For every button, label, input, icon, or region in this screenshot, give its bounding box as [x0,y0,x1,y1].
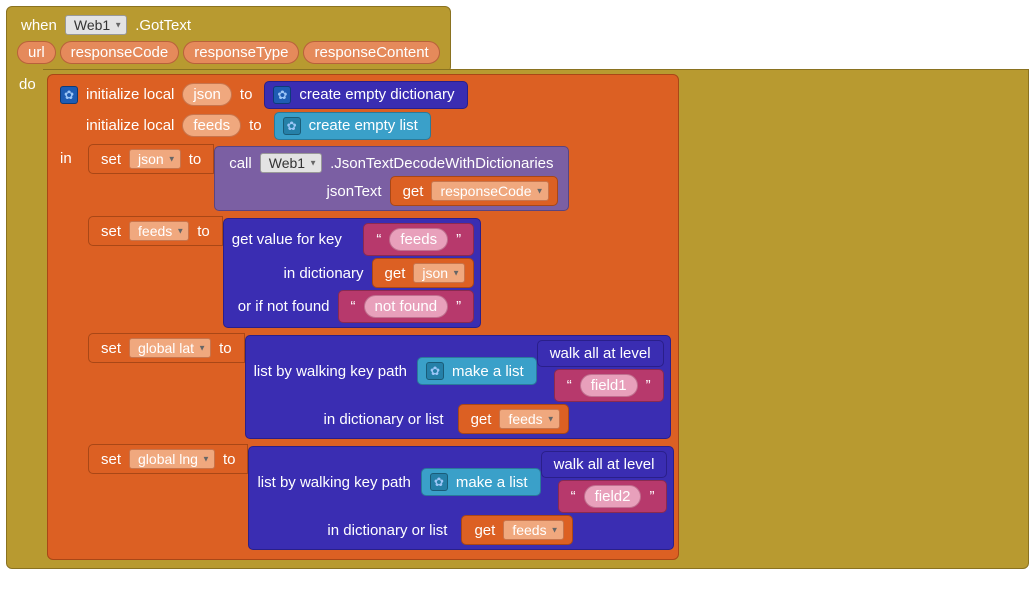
get-json-dropdown[interactable]: json [413,263,465,283]
string-field1-block[interactable]: “ field1 ” [554,369,664,402]
param-url[interactable]: url [17,41,56,64]
set-label: set [97,151,125,168]
get-var-dropdown[interactable]: responseCode [431,181,548,201]
to-label: to [215,340,236,357]
call-component-dropdown[interactable]: Web1 [260,153,322,173]
get-feeds-dropdown[interactable]: feeds [503,520,563,540]
in-body: in set json to call Web1 .JsonTextDe [52,144,674,552]
to-label: to [185,151,206,168]
var-lat-dropdown[interactable]: global lat [129,338,211,358]
set-json-block[interactable]: set json to call Web1 .JsonTextDecodeWit… [88,144,674,213]
get-value-for-key-block[interactable]: get value for key “ feeds ” in dictionar… [223,218,481,328]
set-global-lat-block[interactable]: set global lat to list by walking key pa… [88,333,674,441]
set-feeds-block[interactable]: set feeds to get value for key “ feeds ” [88,216,674,330]
gear-icon[interactable] [283,117,301,135]
do-label: do [15,76,40,93]
walk-all-label: walk all at level [546,345,655,362]
set-label: set [97,451,125,468]
get-label: get [470,522,499,539]
get-value-label: get value for key [230,227,364,252]
get-feeds-block[interactable]: get feeds [461,515,572,545]
gear-icon[interactable] [60,86,78,104]
not-found-label: or if not found [230,294,338,319]
list-by-label: list by walking key path [252,363,411,380]
gear-icon[interactable] [426,362,444,380]
make-list-label: make a list [452,474,532,491]
get-label: get [399,183,428,200]
call-block[interactable]: call Web1 .JsonTextDecodeWithDictionarie… [214,146,568,211]
init-label: initialize local [82,117,178,134]
walk-key-path-block[interactable]: list by walking key path make a list wal… [248,446,674,550]
walk-all-block[interactable]: walk all at level [537,340,664,367]
get-label: get [381,265,410,282]
make-list-label: make a list [448,363,528,380]
arg-jsonText: jsonText [319,179,390,204]
initialize-locals-block[interactable]: initialize local json to create empty di… [47,74,679,560]
in-dict-list-label: in dictionary or list [255,518,455,543]
list-by-label: list by walking key path [255,474,414,491]
var-json[interactable]: json [182,83,232,106]
set-global-lng-block[interactable]: set global lng to list by walking key pa… [88,444,674,552]
get-feeds-dropdown[interactable]: feeds [499,409,559,429]
gear-icon[interactable] [430,473,448,491]
call-label: call [225,155,256,172]
handler-label: .GotText [131,17,195,34]
param-responseContent[interactable]: responseContent [303,41,439,64]
string-field2[interactable]: field2 [584,485,642,508]
string-field2-block[interactable]: “ field2 ” [558,480,668,513]
get-feeds-block[interactable]: get feeds [458,404,569,434]
string-field1[interactable]: field1 [580,374,638,397]
set-label: set [97,340,125,357]
to-label: to [236,86,257,103]
event-block[interactable]: when Web1 .GotText url responseCode resp… [6,6,1029,569]
to-label: to [193,223,214,240]
component-dropdown[interactable]: Web1 [65,15,127,35]
var-json-dropdown[interactable]: json [129,149,181,169]
when-label: when [17,17,61,34]
string-feeds[interactable]: feeds [389,228,448,251]
get-json-block[interactable]: get json [372,258,475,288]
event-do-body: do initialize local json to create empty… [6,69,1029,569]
init-feeds-row: initialize local feeds to [52,110,274,141]
event-header: when Web1 .GotText url responseCode resp… [6,6,451,73]
make-list-block[interactable]: make a list [421,468,541,496]
var-lng-dropdown[interactable]: global lng [129,449,215,469]
get-responseCode-block[interactable]: get responseCode [390,176,558,206]
string-feeds-block[interactable]: “ feeds ” [363,223,474,256]
make-list-block[interactable]: make a list [417,357,537,385]
call-method: .JsonTextDecodeWithDictionaries [326,155,557,172]
string-not-found[interactable]: not found [364,295,449,318]
init-json-row: initialize local json to [52,79,264,110]
walk-all-block[interactable]: walk all at level [541,451,668,478]
var-feeds-dropdown[interactable]: feeds [129,221,189,241]
to-label: to [245,117,266,134]
init-label: initialize local [82,86,178,103]
param-responseCode[interactable]: responseCode [60,41,180,64]
string-not-found-block[interactable]: “ not found ” [338,290,475,323]
var-feeds[interactable]: feeds [182,114,241,137]
walk-key-path-block[interactable]: list by walking key path make a list wal… [245,335,671,439]
gear-icon[interactable] [273,86,291,104]
create-dict-block[interactable]: create empty dictionary [264,81,467,109]
set-label: set [97,223,125,240]
in-dict-list-label: in dictionary or list [252,407,452,432]
walk-all-label: walk all at level [550,456,659,473]
in-label: in [60,150,72,167]
get-label: get [467,411,496,428]
create-list-block[interactable]: create empty list [274,112,431,140]
create-list-label: create empty list [305,117,422,134]
create-dict-label: create empty dictionary [295,86,458,103]
in-dict-label: in dictionary [275,261,371,286]
param-responseType[interactable]: responseType [183,41,299,64]
to-label: to [219,451,240,468]
